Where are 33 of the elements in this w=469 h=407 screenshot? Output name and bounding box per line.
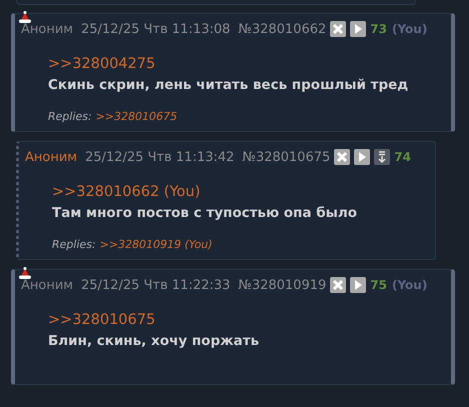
replies-label: Replies: [48,110,92,123]
author-name: Аноним [21,22,74,36]
post-count: 74 [394,150,411,164]
post-number[interactable]: №328010675 [242,150,330,164]
post-date: 25/12/25 Чтв 11:13:08 [81,22,230,36]
reply-link[interactable]: >>328010675 [96,110,178,123]
you-tag: (You) [392,278,428,292]
post-text: Скинь скрин, лень читать весь прошлый тред [48,76,410,95]
post-count: 75 [370,278,387,292]
post-text: Там много постов с тупостью опа было [52,204,358,223]
post-text: Блин, скинь, хочу поржать [48,332,260,351]
play-icon[interactable] [350,277,366,293]
download-icon[interactable] [374,149,390,165]
post-date: 25/12/25 Чтв 11:22:33 [81,278,230,292]
santa-hat-icon [19,11,31,23]
reply-link[interactable]: >>328004275 [48,54,451,74]
close-icon[interactable] [330,277,346,293]
post-count: 73 [370,22,387,36]
close-icon[interactable] [330,21,346,37]
play-icon[interactable] [354,149,370,165]
you-tag: (You) [392,22,428,36]
replies-label: Replies: [52,238,96,251]
close-icon[interactable] [334,149,350,165]
post-number[interactable]: №328010919 [238,278,326,292]
reply-link[interactable]: >>328010662 (You) [52,182,435,202]
santa-hat-icon [19,267,31,279]
author-name: Аноним [25,150,78,164]
reply-link[interactable]: >>328010675 [48,310,451,330]
author-name: Аноним [21,278,74,292]
post-number[interactable]: №328010662 [238,22,326,36]
post-date: 25/12/25 Чтв 11:13:42 [85,150,234,164]
play-icon[interactable] [350,21,366,37]
reply-link[interactable]: >>328010919 (You) [100,238,212,251]
